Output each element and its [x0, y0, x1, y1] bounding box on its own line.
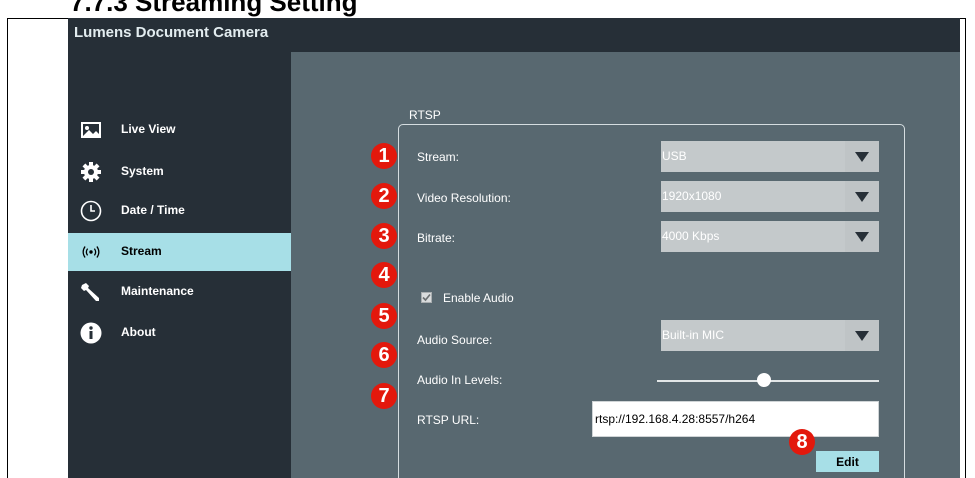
clock-icon: [80, 200, 102, 222]
section-title-rtsp: RTSP: [409, 108, 441, 122]
chevron-down-icon[interactable]: [845, 141, 879, 172]
stream-select-value: USB: [662, 149, 687, 163]
checkmark-icon: [422, 293, 431, 302]
video-resolution-label: Video Resolution:: [417, 191, 511, 205]
document-frame-right: [965, 18, 966, 478]
document-frame-left: [7, 18, 8, 478]
sidebar-item-label: Live View: [121, 122, 176, 136]
sidebar-item-maintenance[interactable]: Maintenance: [68, 273, 291, 311]
sidebar-item-about[interactable]: About: [68, 314, 291, 352]
sidebar-item-live-view[interactable]: Live View: [68, 111, 291, 149]
wrench-icon: [80, 281, 102, 303]
app-window: Lumens Document Camera Live View System …: [68, 18, 960, 478]
sidebar-item-system[interactable]: System: [68, 153, 291, 191]
bitrate-select[interactable]: 4000 Kbps: [661, 221, 879, 252]
video-resolution-select-value: 1920x1080: [662, 189, 722, 203]
callout-marker: 7: [371, 383, 397, 409]
callout-marker: 6: [371, 342, 397, 368]
broadcast-icon: [80, 241, 102, 263]
stream-label: Stream:: [417, 150, 460, 164]
audio-source-select[interactable]: Built-in MIC: [661, 320, 879, 351]
audio-level-slider-thumb[interactable]: [756, 373, 771, 387]
app-title: Lumens Document Camera: [74, 24, 269, 41]
sidebar-item-label: Stream: [121, 244, 162, 258]
enable-audio-label: Enable Audio: [443, 291, 514, 305]
stream-select[interactable]: USB: [661, 141, 879, 172]
info-icon: [80, 322, 102, 344]
sidebar-item-label: System: [121, 164, 164, 178]
document-heading: 7.7.3 Streaming Setting: [70, 0, 358, 17]
callout-marker: 1: [371, 143, 397, 169]
callout-marker: 3: [371, 223, 397, 249]
callout-marker: 8: [789, 429, 815, 455]
video-resolution-select[interactable]: 1920x1080: [661, 181, 879, 212]
audio-source-select-value: Built-in MIC: [662, 328, 725, 342]
sidebar-item-date-time[interactable]: Date / Time: [68, 192, 291, 230]
callout-marker: 4: [371, 262, 397, 288]
sidebar-item-label: Date / Time: [121, 203, 185, 217]
chevron-down-icon[interactable]: [845, 221, 879, 252]
bitrate-select-value: 4000 Kbps: [662, 229, 720, 243]
sidebar-item-label: About: [121, 325, 156, 339]
gear-icon: [80, 161, 102, 183]
chevron-down-icon[interactable]: [845, 181, 879, 212]
sidebar-item-stream[interactable]: Stream: [68, 233, 291, 271]
rtsp-url-field[interactable]: [592, 401, 879, 437]
rtsp-url-label: RTSP URL:: [417, 413, 480, 427]
audio-in-levels-label: Audio In Levels:: [417, 373, 503, 387]
edit-button[interactable]: Edit: [816, 451, 879, 472]
chevron-down-icon[interactable]: [845, 320, 879, 351]
bitrate-label: Bitrate:: [417, 231, 456, 245]
enable-audio-checkbox[interactable]: [421, 292, 432, 303]
image-icon: [80, 119, 102, 141]
callout-marker: 5: [371, 303, 397, 329]
sidebar-item-label: Maintenance: [121, 284, 194, 298]
audio-source-label: Audio Source:: [417, 333, 493, 347]
top-bar: Lumens Document Camera: [68, 18, 960, 52]
sidebar: Live View System Date / Time Stream Main…: [68, 52, 291, 478]
callout-marker: 2: [371, 183, 397, 209]
